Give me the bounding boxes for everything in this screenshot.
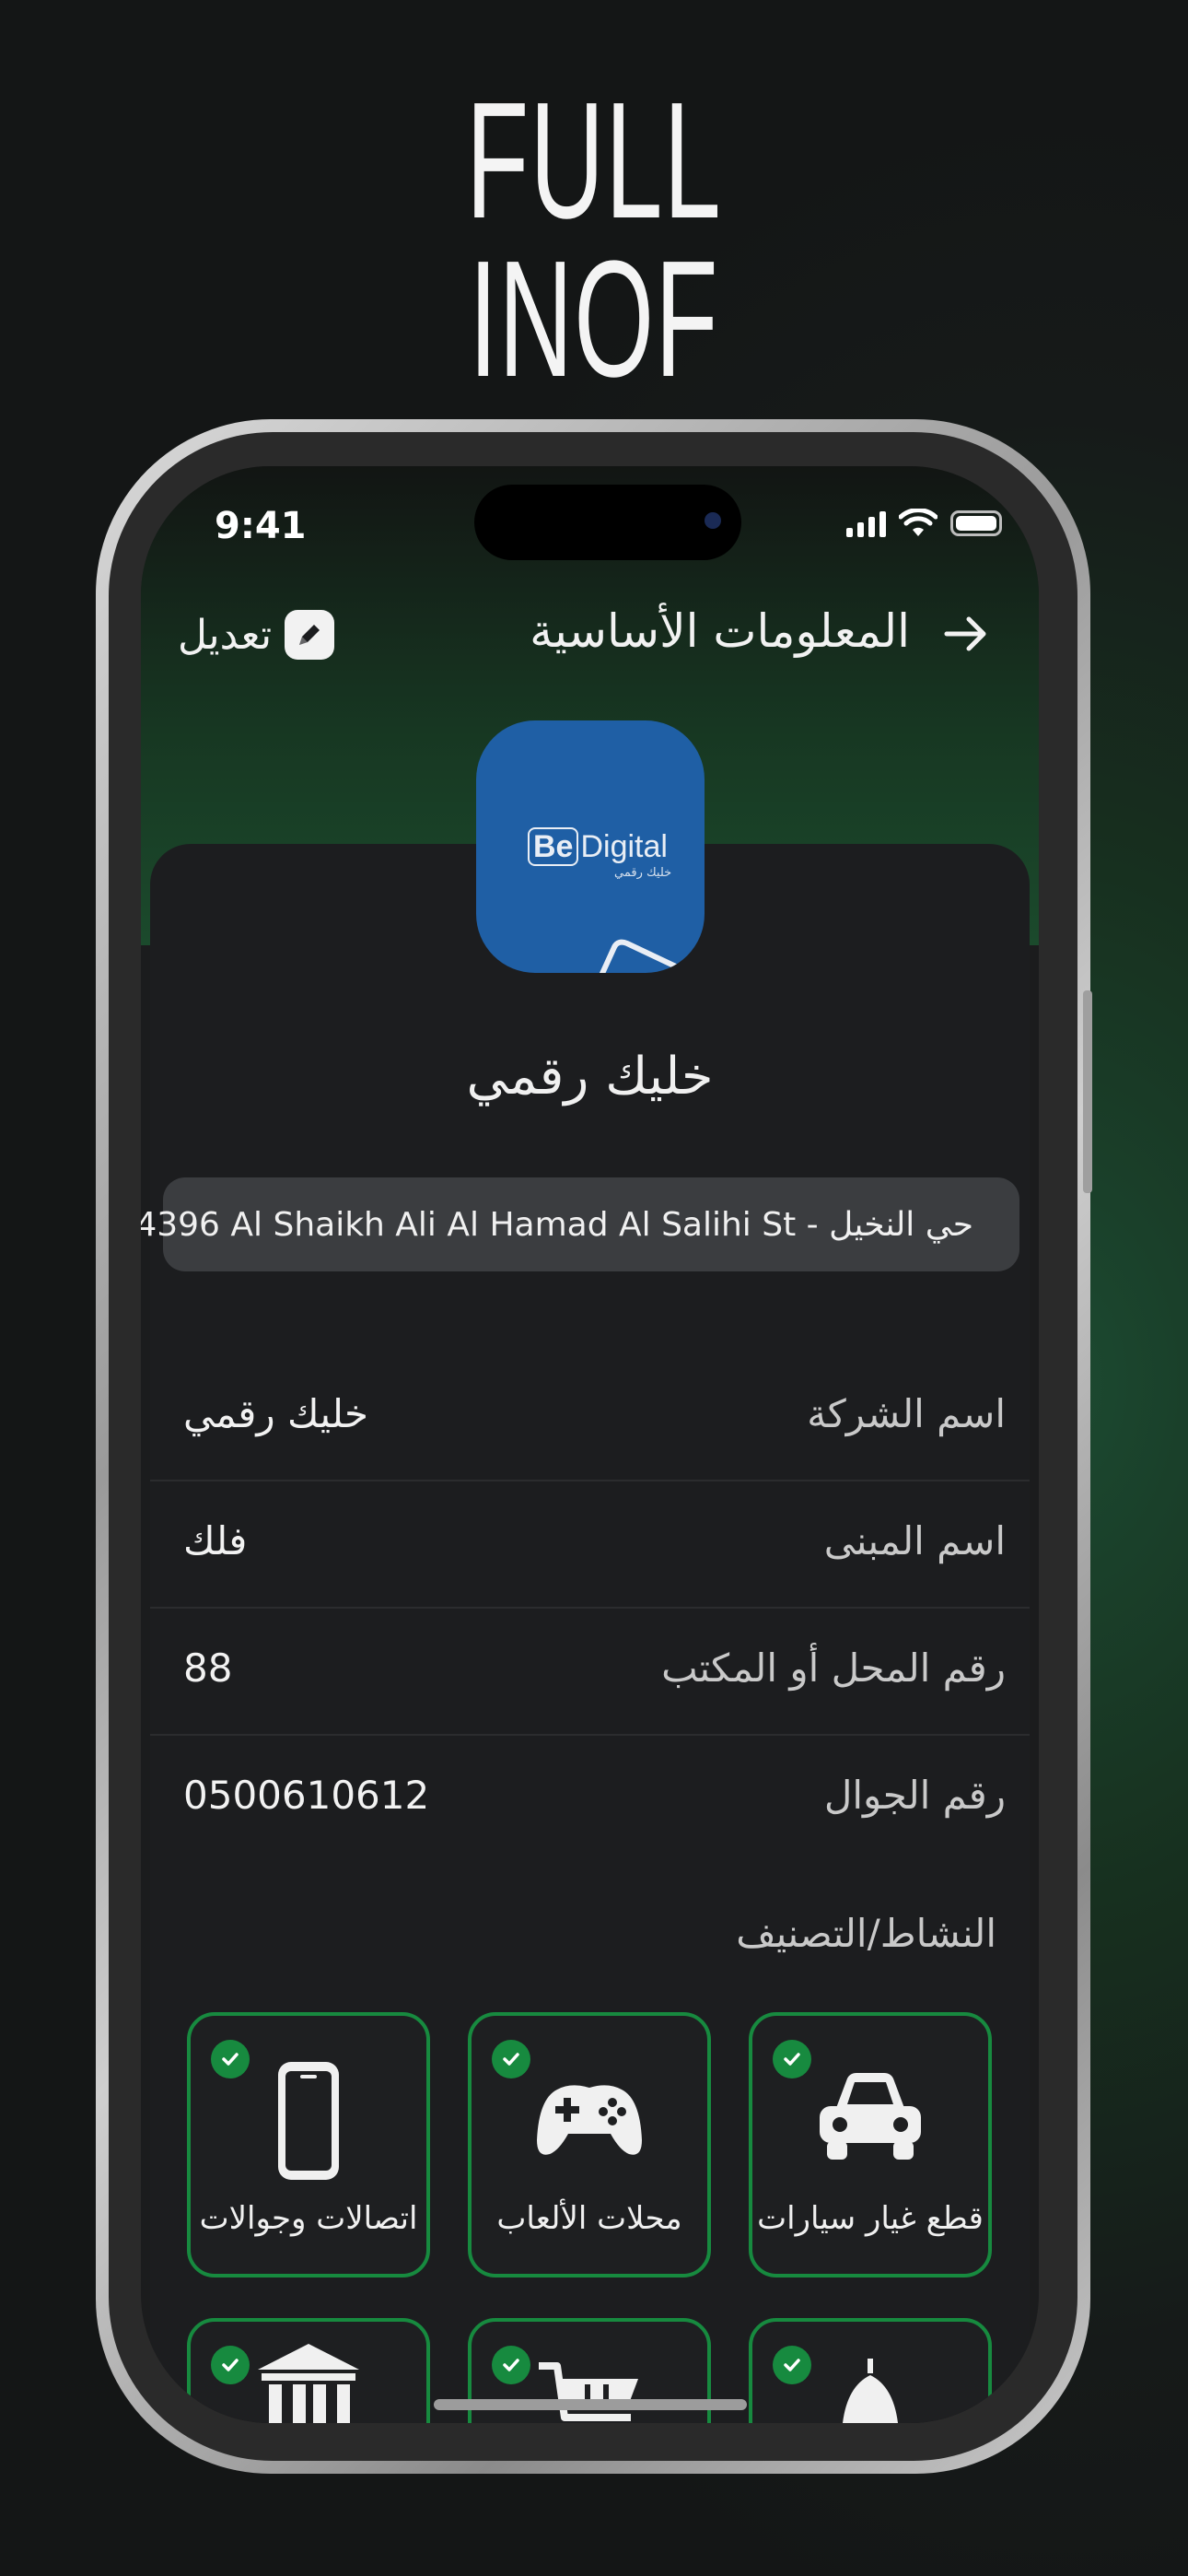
info-value: خليك رقمي: [183, 1391, 368, 1436]
info-label: رقم المحل أو المكتب: [661, 1645, 1006, 1691]
dynamic-island: [474, 485, 741, 560]
mosque-icon: [843, 2359, 898, 2423]
battery-icon: [950, 510, 1002, 536]
category-toy-stores[interactable]: محلات الألعاب: [468, 2012, 711, 2277]
info-value: فلك: [183, 1518, 248, 1563]
side-button: [1083, 990, 1092, 1193]
category-label: قطع غيار سيارات: [757, 2200, 984, 2237]
phone-screen: 9:41 المعلومات الأساسية تعديل Be Digital …: [141, 466, 1039, 2423]
category-label: محلات الألعاب: [496, 2200, 682, 2237]
info-label: اسم المبنى: [823, 1518, 1006, 1563]
info-label: اسم الشركة: [807, 1391, 1006, 1436]
smartphone-icon: [278, 2062, 339, 2180]
category-mosque[interactable]: [749, 2318, 992, 2423]
wifi-icon: [899, 509, 938, 536]
check-icon: [211, 2040, 250, 2078]
check-icon: [492, 2346, 530, 2384]
logo-wordmark: Be Digital: [528, 827, 668, 866]
check-icon: [773, 2040, 811, 2078]
car-icon: [820, 2073, 921, 2160]
info-value: 88: [183, 1645, 233, 1691]
check-icon: [773, 2346, 811, 2384]
categories-title: النشاط/التصنيف: [736, 1911, 996, 1956]
headline-line-2: INOF: [469, 227, 719, 412]
info-label: رقم الجوال: [823, 1773, 1006, 1818]
category-label: اتصالات وجوالات: [199, 2200, 418, 2237]
cart-icon: [539, 2362, 638, 2421]
gamepad-icon: [537, 2085, 642, 2155]
address-text: 4396 Al Shaikh Ali Al Hamad Al Salihi St…: [141, 1205, 973, 1244]
logo-tagline: خليك رقمي: [614, 866, 672, 880]
info-value: 0500610612: [183, 1773, 430, 1818]
check-icon: [492, 2040, 530, 2078]
bank-icon: [258, 2344, 359, 2423]
pencil-icon: [285, 610, 335, 660]
logo-device-shape: [599, 939, 696, 973]
category-auto-parts[interactable]: قطع غيار سيارات: [749, 2012, 992, 2277]
info-row-building-name: اسم المبنى فلك: [150, 1481, 1030, 1609]
status-icons: [846, 505, 1002, 542]
info-row-company-name: اسم الشركة خليك رقمي: [150, 1354, 1030, 1481]
category-bank[interactable]: [187, 2318, 430, 2423]
info-row-shop-number: رقم المحل أو المكتب 88: [150, 1609, 1030, 1736]
check-icon: [211, 2346, 250, 2384]
info-row-mobile-number: رقم الجوال 0500610612: [150, 1736, 1030, 1863]
cellular-signal-icon: [846, 509, 886, 537]
home-indicator[interactable]: [434, 2399, 747, 2410]
headline-line-1: FULL: [466, 68, 722, 253]
address-pill[interactable]: 4396 Al Shaikh Ali Al Hamad Al Salihi St…: [141, 1177, 1019, 1271]
edit-button[interactable]: تعديل: [178, 610, 335, 660]
camera-dot: [705, 512, 721, 529]
back-arrow-icon[interactable]: [938, 606, 993, 662]
company-logo[interactable]: Be Digital خليك رقمي: [476, 720, 705, 973]
page-title: المعلومات الأساسية: [530, 604, 910, 658]
edit-button-label: تعديل: [178, 611, 273, 659]
status-time: 9:41: [215, 505, 307, 547]
company-name: خليك رقمي: [466, 1047, 714, 1107]
category-telecom-mobiles[interactable]: اتصالات وجوالات: [187, 2012, 430, 2277]
